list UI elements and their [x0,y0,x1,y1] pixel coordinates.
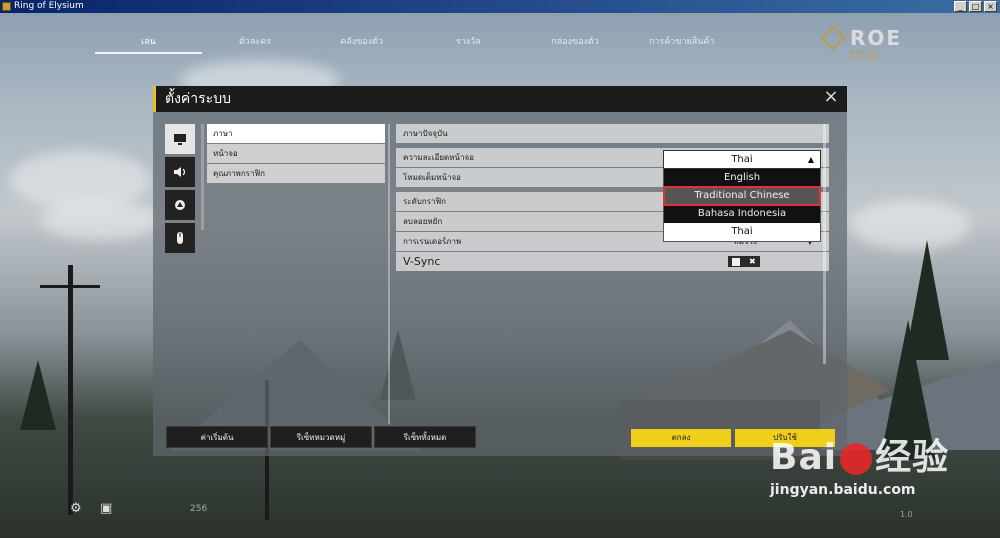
nav-crates[interactable]: กล่องของตัว [522,32,629,54]
dialog-body: ภาษา หน้าจอ คุณภาพกราฟิก ภาษาปัจจุบัน คว… [153,112,847,456]
tab-controller[interactable] [165,190,195,220]
dialog-title: ตั้งค่าระบบ [165,91,231,107]
nav-play[interactable]: เล่น [95,32,202,54]
setting-label: ระดับกราฟิก [403,197,447,206]
vsync-toggle[interactable]: ✖ [728,256,760,267]
gamepad-icon [175,200,185,210]
baidu-watermark: Bai 经验 jingyan.baidu.com [770,437,950,498]
cross-icon: ✖ [748,256,756,266]
panel-divider [388,124,390,424]
language-dropdown[interactable]: Thai ▲ English Traditional Chinese Bahas… [663,150,821,242]
category-scrollbar[interactable] [201,124,204,230]
setting-label: โหมดเต็มหน้าจอ [403,173,461,182]
settings-scrollbar[interactable] [823,124,826,364]
nav-inventory[interactable]: คลังของตัว [308,32,415,54]
category-graphics-quality[interactable]: คุณภาพกราฟิก [207,164,385,183]
currency-count: 256 [190,504,208,514]
tab-display[interactable] [165,124,195,154]
tab-mouse[interactable] [165,223,195,253]
setting-label: การเรนเดอร์ภาพ [403,237,462,246]
settings-tabs [165,124,197,256]
window-titlebar: Ring of Elysium _ □ × [0,0,1000,13]
setting-label: ภาษาปัจจุบัน [403,129,448,138]
setting-label: ลบลอยหยัก [403,217,443,226]
setting-label: ความละเอียดหน้าจอ [403,153,474,162]
close-icon[interactable]: × [823,88,839,106]
setting-current-language: ภาษาปัจจุบัน [396,124,829,143]
mouse-icon [177,232,183,244]
paw-icon [840,443,873,475]
reset-category-button[interactable]: รีเซ็ทหมวดหมู่ [270,426,372,448]
window-title: Ring of Elysium [14,1,84,11]
close-window-button[interactable]: × [984,1,997,12]
language-option-thai[interactable]: Thai [664,223,820,241]
category-language[interactable]: ภาษา [207,124,385,143]
language-option-bahasa-indonesia[interactable]: Bahasa Indonesia [664,205,820,223]
nav-characters[interactable]: ตัวละคร [202,32,309,54]
language-options: English Traditional Chinese Bahasa Indon… [663,169,821,242]
setting-vsync: V-Sync ✖ [396,252,829,271]
minimize-button[interactable]: _ [954,1,967,12]
language-option-english[interactable]: English [664,169,820,187]
monitor-icon [174,134,186,145]
gift-icon[interactable]: ▣ [100,502,114,516]
ok-button[interactable]: ตกลง [631,429,731,447]
nav-rewards[interactable]: รางวัล [415,32,522,54]
maximize-button[interactable]: □ [969,1,982,12]
roe-emblem-icon [820,25,846,51]
language-option-traditional-chinese[interactable]: Traditional Chinese [663,186,821,206]
reset-default-button[interactable]: ค่าเริ่มต้น [166,426,268,448]
app-icon [2,2,11,11]
dialog-header: ตั้งค่าระบบ × [153,86,847,112]
speaker-icon [174,167,186,177]
bottom-hud: ⚙ ▣ 256 [70,502,207,516]
category-list: ภาษา หน้าจอ คุณภาพกราฟิก [207,124,385,184]
main-nav: เล่น ตัวละคร คลังของตัว รางวัล กล่องของต… [95,32,735,54]
reset-buttons: ค่าเริ่มต้น รีเซ็ทหมวดหมู่ รีเซ็ททั้งหมด [166,426,476,448]
setting-label: V-Sync [403,255,441,268]
gear-icon[interactable]: ⚙ [70,502,84,516]
game-logo: ROE RING OF ELYSIUM [820,25,902,62]
category-screen[interactable]: หน้าจอ [207,144,385,163]
settings-dialog: ตั้งค่าระบบ × ภาษา หน้าจอ คุณภาพกราฟิก ภ… [153,86,847,456]
nav-store[interactable]: การค้าขายสินค้า [628,32,735,54]
language-dropdown-selected[interactable]: Thai ▲ [663,150,821,169]
version-label: 1.0 [900,510,913,519]
tab-audio[interactable] [165,157,195,187]
checkbox-icon [732,257,741,266]
reset-all-button[interactable]: รีเซ็ททั้งหมด [374,426,476,448]
chevron-up-icon: ▲ [807,155,814,164]
